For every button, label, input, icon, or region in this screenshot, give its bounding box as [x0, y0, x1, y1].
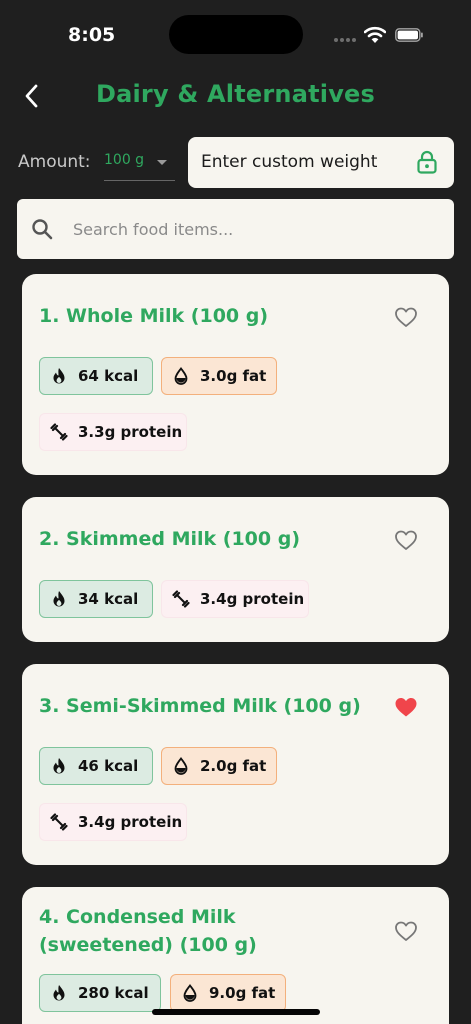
food-title: 3. Semi-Skimmed Milk (100 g): [39, 695, 361, 717]
food-card[interactable]: 3. Semi-Skimmed Milk (100 g) 46 kcal 2.0…: [22, 664, 449, 865]
calories-value: 46 kcal: [78, 757, 139, 775]
battery-icon: [395, 28, 423, 42]
amount-label: Amount:: [18, 152, 91, 172]
drop-icon: [183, 984, 197, 1002]
heart-filled-icon[interactable]: [394, 696, 418, 718]
dumbbell-icon: [50, 813, 68, 831]
dynamic-island: [169, 15, 303, 54]
calories-value: 64 kcal: [78, 367, 139, 385]
fat-value: 9.0g fat: [209, 984, 276, 1002]
calories-chip: 64 kcal: [39, 357, 153, 395]
protein-chip: 3.4g protein: [161, 580, 309, 618]
fat-chip: 3.0g fat: [161, 357, 277, 395]
lock-icon: [417, 150, 437, 174]
protein-chip: 3.3g protein: [39, 413, 187, 451]
header: Dairy & Alternatives: [0, 70, 471, 126]
home-indicator[interactable]: [152, 1009, 320, 1015]
drop-icon: [174, 757, 188, 775]
fat-value: 2.0g fat: [200, 757, 267, 775]
protein-value: 3.3g protein: [78, 423, 183, 441]
drop-icon: [174, 367, 188, 385]
food-title: 2. Skimmed Milk (100 g): [39, 528, 301, 550]
food-card[interactable]: 2. Skimmed Milk (100 g) 34 kcal 3.4g pro…: [22, 497, 449, 642]
protein-chip: 3.4g protein: [39, 803, 187, 841]
search-icon: [32, 219, 53, 240]
calories-chip: 280 kcal: [39, 974, 161, 1012]
cellular-signal-icon: [334, 38, 356, 42]
heart-outline-icon[interactable]: [394, 306, 418, 328]
flame-icon: [53, 591, 65, 607]
calories-value: 34 kcal: [78, 590, 139, 608]
dumbbell-icon: [50, 423, 68, 441]
flame-icon: [53, 758, 65, 774]
calories-chip: 46 kcal: [39, 747, 153, 785]
flame-icon: [53, 368, 65, 384]
custom-weight-button[interactable]: Enter custom weight: [188, 137, 454, 188]
search-input[interactable]: [73, 199, 433, 259]
page-title: Dairy & Alternatives: [95, 80, 376, 108]
food-card[interactable]: 4. Condensed Milk (sweetened) (100 g) 28…: [22, 887, 449, 1024]
heart-outline-icon[interactable]: [394, 529, 418, 551]
protein-value: 3.4g protein: [78, 813, 183, 831]
caret-down-icon: [157, 160, 167, 165]
food-title: 1. Whole Milk (100 g): [39, 305, 269, 327]
flame-icon: [53, 985, 65, 1001]
status-time: 8:05: [68, 24, 116, 46]
custom-weight-label: Enter custom weight: [201, 152, 378, 172]
heart-outline-icon[interactable]: [394, 920, 418, 942]
food-card[interactable]: 1. Whole Milk (100 g) 64 kcal 3.0g fat 3…: [22, 274, 449, 475]
fat-value: 3.0g fat: [200, 367, 267, 385]
food-title: 4. Condensed Milk (sweetened) (100 g): [39, 906, 257, 956]
calories-value: 280 kcal: [78, 984, 149, 1002]
search-bar: [17, 199, 454, 259]
fat-chip: 9.0g fat: [170, 974, 286, 1012]
status-bar: 8:05: [0, 0, 471, 70]
amount-dropdown[interactable]: 100 g: [104, 146, 175, 181]
calories-chip: 34 kcal: [39, 580, 153, 618]
amount-value: 100 g: [104, 152, 145, 168]
fat-chip: 2.0g fat: [161, 747, 277, 785]
protein-value: 3.4g protein: [200, 590, 305, 608]
dumbbell-icon: [172, 590, 190, 608]
wifi-icon: [364, 26, 386, 43]
